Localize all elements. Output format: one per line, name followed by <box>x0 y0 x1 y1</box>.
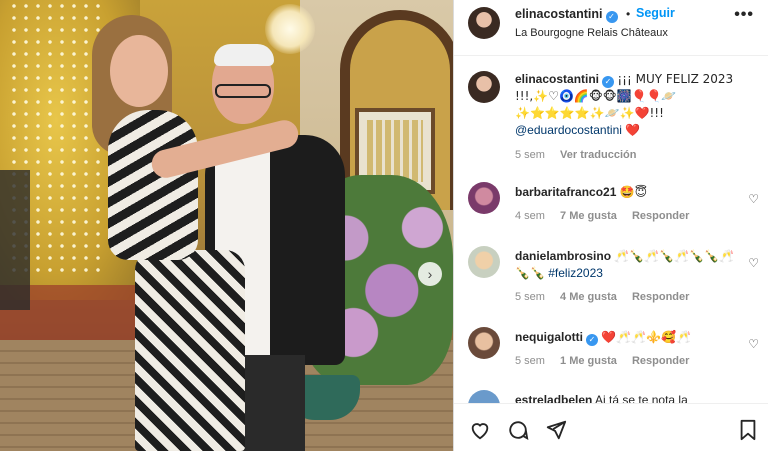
comment-author[interactable]: barbaritafranco21 <box>515 185 616 199</box>
caption-body: elinacostantini ✓ ¡¡¡ MUY FELIZ 2023 !!!,… <box>515 71 735 139</box>
man-hair <box>214 44 274 66</box>
comment-text: ❤️🥂🥂⚜️🥰🥂 <box>601 330 691 344</box>
comment-meta: 4 sem 7 Me gusta Responder <box>515 210 701 222</box>
comment-likes[interactable]: 1 Me gusta <box>560 355 617 367</box>
avatar[interactable] <box>468 71 500 103</box>
avatar[interactable] <box>468 7 500 39</box>
comment-likes[interactable]: 7 Me gusta <box>560 210 617 222</box>
woman-head <box>110 35 168 107</box>
bookmark-icon[interactable] <box>736 418 760 442</box>
comment-body: nequigalotti ✓ ❤️🥂🥂⚜️🥰🥂 <box>515 329 735 346</box>
comment-author[interactable]: estreladbelen <box>515 393 592 403</box>
caption-meta: 5 sem Ver traducción <box>515 149 648 161</box>
woman-dress-top <box>108 110 198 260</box>
caption-author[interactable]: elinacostantini <box>515 72 599 86</box>
avatar[interactable] <box>468 327 500 359</box>
avatar[interactable] <box>468 246 500 278</box>
comment-likes[interactable]: 4 Me gusta <box>560 291 617 303</box>
separator: • <box>626 7 631 21</box>
send-icon[interactable] <box>544 418 568 442</box>
heart-icon[interactable]: ♡ <box>748 192 759 206</box>
heart-icon[interactable]: ♡ <box>748 337 759 351</box>
caption-time[interactable]: 5 sem <box>515 149 545 161</box>
follow-button[interactable]: Seguir <box>636 6 675 20</box>
avatar[interactable] <box>468 390 500 403</box>
wall-lamp <box>265 4 315 54</box>
comments-list[interactable]: elinacostantini ✓ ¡¡¡ MUY FELIZ 2023 !!!,… <box>454 57 768 403</box>
author-username[interactable]: elinacostantini ✓ <box>515 7 618 23</box>
comment-body: estreladbelen Ai tá se te nota la <box>515 392 735 403</box>
comment-body: danielambrosino 🥂🍾🥂🍾🥂🍾🍾🥂🍾🍾 #feliz2023 <box>515 248 735 282</box>
comment-time[interactable]: 5 sem <box>515 355 545 367</box>
comment-icon[interactable] <box>506 418 530 442</box>
comment-body: barbaritafranco21 🤩😇 <box>515 184 735 201</box>
chevron-right-icon[interactable]: › <box>418 262 442 286</box>
glasses <box>215 84 271 98</box>
post-actions-bar <box>454 403 768 451</box>
verified-badge-icon: ✓ <box>605 11 618 23</box>
translate-button[interactable]: Ver traducción <box>560 149 636 161</box>
caption-heart: ❤️ <box>625 123 641 137</box>
post-header: elinacostantini ✓ • Seguir La Bourgogne R… <box>454 0 768 56</box>
comment-time[interactable]: 4 sem <box>515 210 545 222</box>
avatar[interactable] <box>468 182 500 214</box>
doorway <box>0 170 30 310</box>
comment-time[interactable]: 5 sem <box>515 291 545 303</box>
reply-button[interactable]: Responder <box>632 355 689 367</box>
comment-meta: 5 sem 4 Me gusta Responder <box>515 291 701 303</box>
comment-text: Ai tá se te nota la <box>595 393 688 403</box>
verified-badge-icon: ✓ <box>602 76 615 88</box>
more-options-icon[interactable]: ••• <box>734 6 754 24</box>
author-name[interactable]: elinacostantini <box>515 7 603 21</box>
comment-text: 🤩😇 <box>619 185 648 199</box>
comment-meta: 5 sem 1 Me gusta Responder <box>515 355 701 367</box>
comment-author[interactable]: danielambrosino <box>515 249 611 263</box>
heart-icon[interactable] <box>468 418 492 442</box>
post-sidebar: elinacostantini ✓ • Seguir La Bourgogne R… <box>453 0 768 451</box>
reply-button[interactable]: Responder <box>632 210 689 222</box>
comment-author[interactable]: nequigalotti <box>515 330 583 344</box>
heart-icon[interactable]: ♡ <box>748 256 759 270</box>
post-image[interactable]: › <box>0 0 453 451</box>
comment-hashtag[interactable]: #feliz2023 <box>548 266 603 280</box>
location-link[interactable]: La Bourgogne Relais Châteaux <box>515 27 668 39</box>
caption-mention[interactable]: @eduardocostantini <box>515 123 622 137</box>
reply-button[interactable]: Responder <box>632 291 689 303</box>
verified-badge-icon: ✓ <box>586 334 598 346</box>
woman-dress-skirt <box>135 250 245 451</box>
